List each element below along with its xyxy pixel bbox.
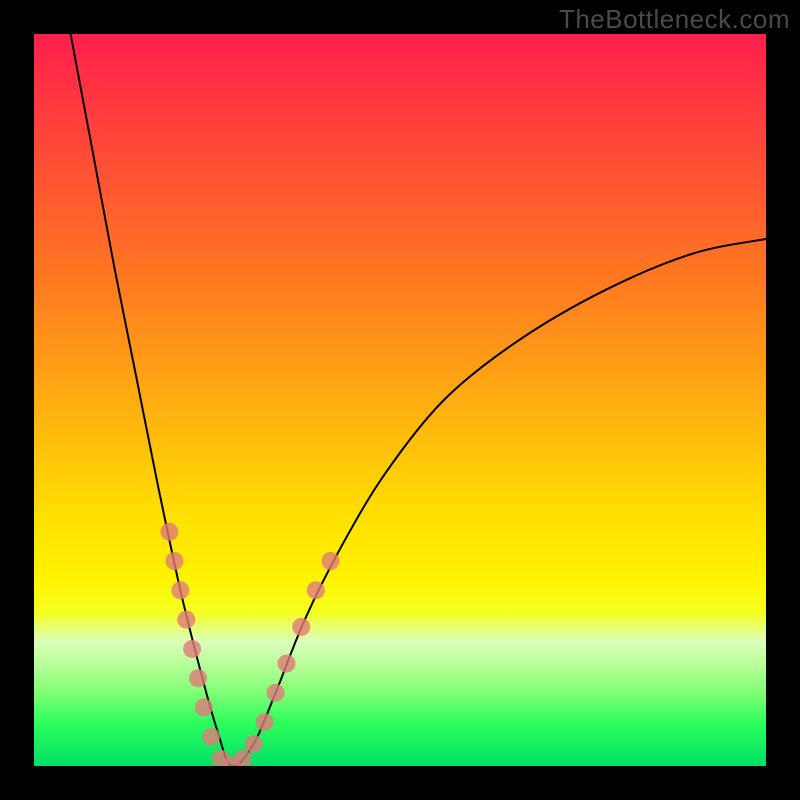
data-point [189,669,207,687]
data-point [202,728,220,746]
data-point [322,552,340,570]
scatter-points [160,523,339,766]
data-point [183,640,201,658]
data-point [256,713,274,731]
data-point [278,655,296,673]
v-curve [71,34,766,766]
bottleneck-curve-svg [34,34,766,766]
data-point [177,611,195,629]
data-point [307,581,325,599]
data-point [166,552,184,570]
data-point [245,735,263,753]
chart-frame: TheBottleneck.com [0,0,800,800]
data-point [160,523,178,541]
data-point [267,684,285,702]
data-point [171,581,189,599]
data-point [292,618,310,636]
watermark-text: TheBottleneck.com [559,4,790,35]
data-point [195,698,213,716]
plot-area [34,34,766,766]
